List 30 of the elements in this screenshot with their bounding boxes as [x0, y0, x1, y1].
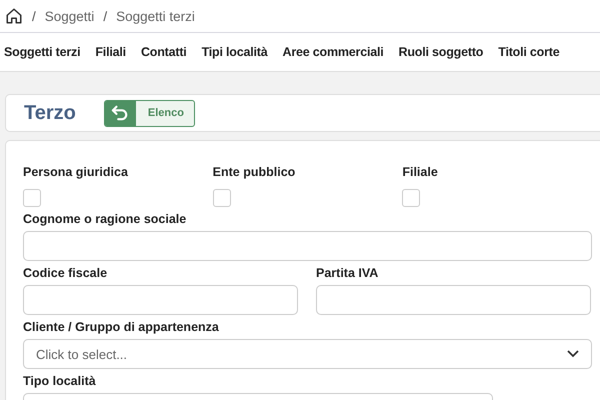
nav-link[interactable]: Contatti [140, 45, 187, 59]
field-label: Codice fiscale [23, 266, 108, 280]
field-label: Cliente / Gruppo di appartenenza [23, 320, 220, 334]
breadcrumb-current: Soggetti terzi [116, 8, 195, 24]
checkbox-label: Filiale [402, 165, 439, 179]
nav-link[interactable]: Tipi località [202, 45, 268, 59]
home-icon[interactable] [5, 7, 23, 25]
checkbox-label: Ente pubblico [212, 165, 296, 179]
input-field[interactable] [23, 285, 298, 315]
chevron-down-icon [567, 350, 579, 358]
nav-link[interactable]: Filiali [95, 45, 126, 59]
back-button[interactable]: Elenco [104, 100, 195, 126]
nav-link[interactable]: Titoli corte [498, 45, 560, 59]
nav-link[interactable]: Soggetti terzi [4, 45, 80, 59]
field-label: Partita IVA [316, 266, 380, 280]
field-label: Cognome o ragione sociale [23, 212, 188, 226]
select-field[interactable]: Click to select... [23, 339, 592, 369]
checkbox[interactable] [402, 189, 420, 207]
breadcrumb-separator: / [103, 8, 108, 24]
page-title: Terzo [24, 102, 76, 124]
nav-link[interactable]: Aree commerciali [282, 45, 384, 59]
input-field[interactable] [23, 231, 592, 261]
breadcrumb-link[interactable]: Soggetti [44, 8, 94, 24]
checkbox[interactable] [212, 189, 231, 207]
checkbox[interactable] [23, 189, 41, 207]
checkbox-label: Persona giuridica [23, 165, 129, 179]
input-field[interactable] [316, 285, 591, 315]
nav-link[interactable]: Ruoli soggetto [398, 45, 484, 59]
field-label: Tipo località [23, 374, 97, 388]
breadcrumb-separator: / [32, 8, 36, 24]
